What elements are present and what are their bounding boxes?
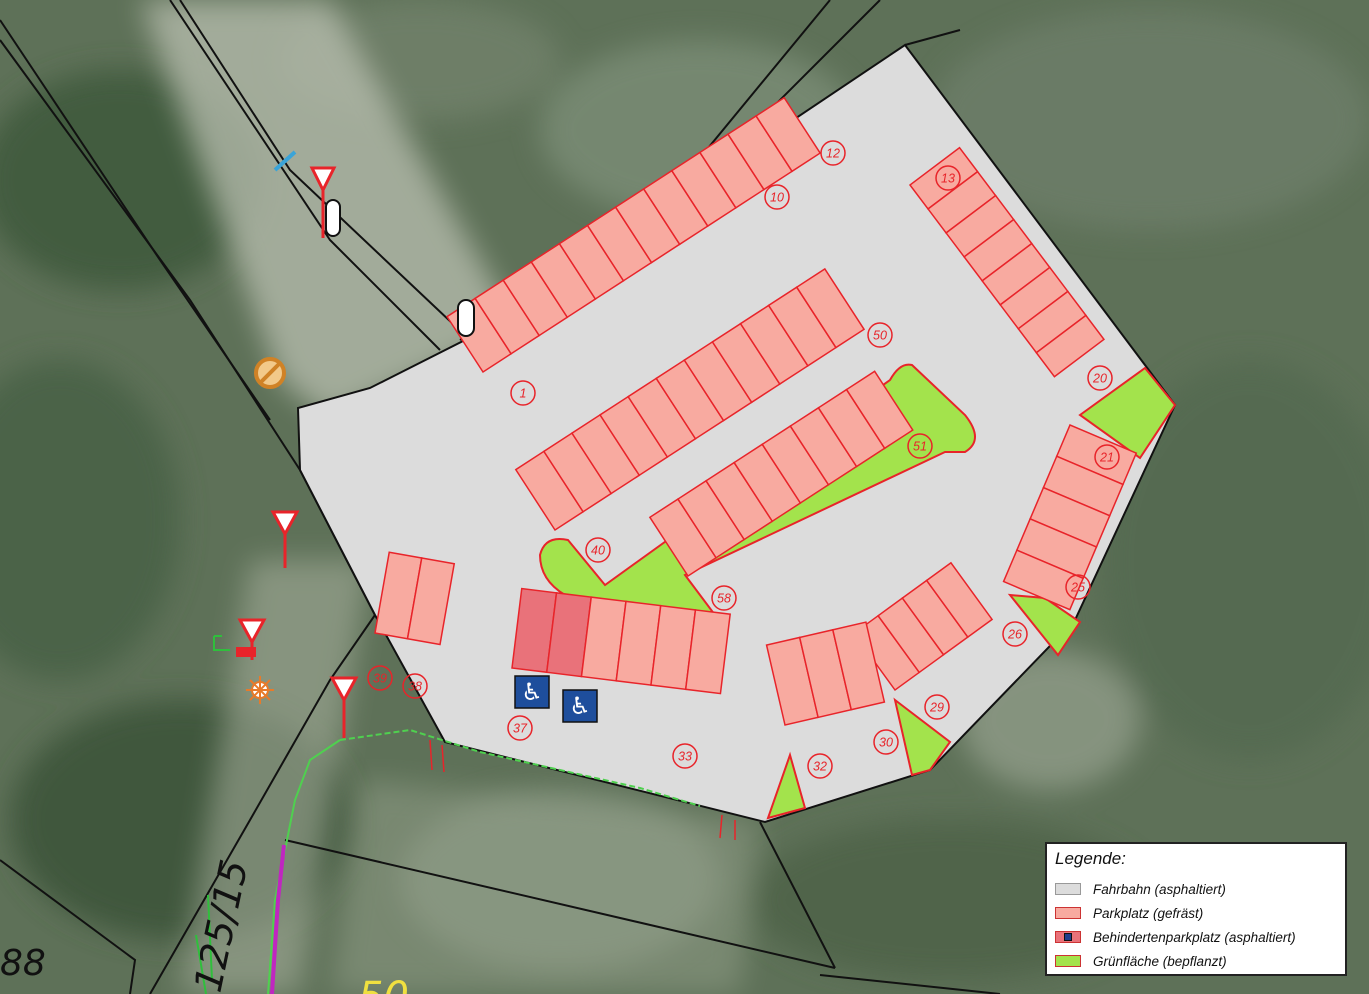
legend-item-disabled-parking: Behindertenparkplatz (asphaltiert) — [1055, 928, 1296, 946]
parking-number: 40 — [591, 544, 605, 558]
parcel-label: 50 — [358, 974, 409, 994]
parking-number: 58 — [717, 592, 731, 606]
legend-item-parking: Parkplatz (gefräst) — [1055, 904, 1203, 922]
parking-number: 39 — [373, 672, 387, 686]
parking-number: 20 — [1092, 372, 1107, 386]
legend-label: Grünfläche (bepflanzt) — [1093, 953, 1227, 969]
map-legend: Legende: Fahrbahn (asphaltiert) Parkplat… — [1045, 842, 1347, 976]
disabled-parking-swatch — [1055, 931, 1081, 943]
no-entry-sign-icon — [254, 357, 286, 389]
parking-number: 33 — [678, 750, 692, 764]
parking-number: 32 — [813, 760, 827, 774]
legend-label: Behindertenparkplatz (asphaltiert) — [1093, 929, 1296, 945]
parking-number: 26 — [1007, 628, 1022, 642]
green-area-swatch — [1055, 955, 1081, 967]
legend-item-green-area: Grünfläche (bepflanzt) — [1055, 952, 1227, 970]
parking-number: 38 — [408, 680, 422, 694]
wheelchair-symbol: ♿ — [521, 678, 543, 706]
parcel-label: 88 — [0, 943, 46, 984]
parking-number: 21 — [1099, 451, 1114, 465]
parking-number: 29 — [929, 701, 944, 715]
legend-label: Fahrbahn (asphaltiert) — [1093, 881, 1226, 897]
parking-number: 37 — [513, 722, 528, 736]
parking-number: 30 — [879, 736, 893, 750]
roadway-swatch — [1055, 883, 1081, 895]
parking-number: 50 — [873, 329, 887, 343]
legend-title: Legende: — [1055, 849, 1126, 868]
parking-swatch — [1055, 907, 1081, 919]
parking-number: 10 — [770, 191, 784, 205]
legend-item-roadway: Fahrbahn (asphaltiert) — [1055, 880, 1226, 898]
wheelchair-icon — [1064, 933, 1072, 941]
parking-number: 13 — [941, 172, 955, 186]
parking-number: 25 — [1070, 581, 1085, 595]
wheelchair-symbol: ♿ — [569, 692, 591, 720]
parking-number: 12 — [826, 147, 840, 161]
parking-row-left — [374, 551, 456, 646]
lamp-icon — [246, 676, 274, 704]
parking-number: 1 — [520, 387, 527, 401]
parking-number: 51 — [913, 440, 927, 454]
legend-label: Parkplatz (gefräst) — [1093, 905, 1204, 921]
